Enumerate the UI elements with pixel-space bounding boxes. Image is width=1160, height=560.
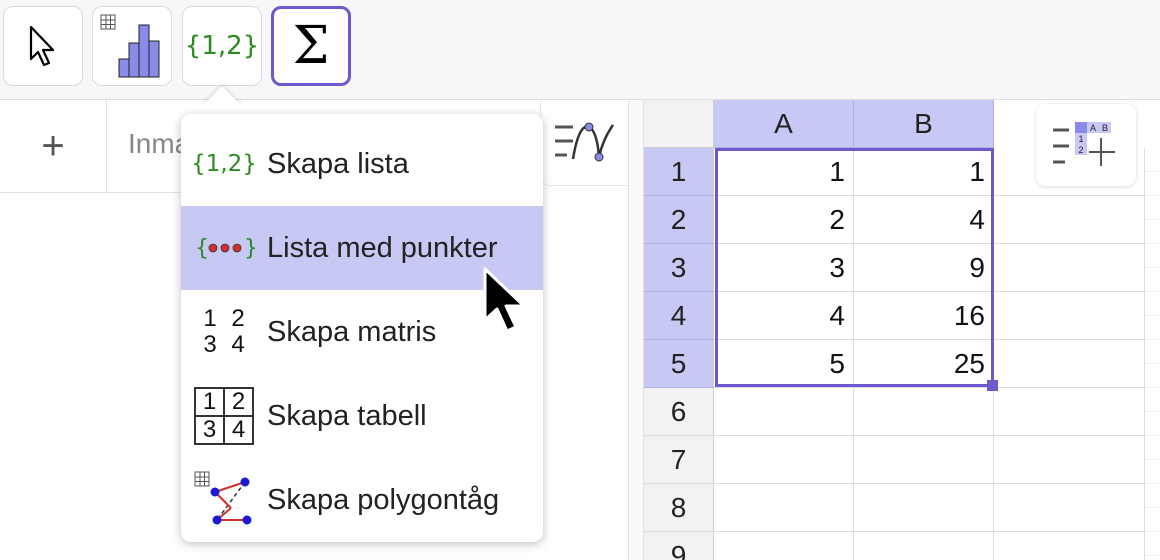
table-icon-value: 3 — [195, 416, 224, 444]
empty-cell[interactable] — [994, 292, 1144, 340]
row-header-5[interactable]: 5 — [644, 340, 714, 388]
cell-b5[interactable]: 25 — [854, 340, 994, 388]
graphics-view-edge — [1144, 148, 1160, 560]
cell-b3[interactable]: 9 — [854, 244, 994, 292]
style-icon-label-2: 2 — [1078, 145, 1083, 155]
panel-divider[interactable] — [628, 100, 644, 560]
row-header-6[interactable]: 6 — [644, 388, 714, 436]
spreadsheet-corner[interactable] — [644, 100, 714, 148]
empty-cell[interactable] — [994, 484, 1144, 532]
svg-text:{: { — [195, 236, 209, 261]
row-header-4[interactable]: 4 — [644, 292, 714, 340]
cell-a6[interactable] — [714, 388, 854, 436]
menu-item-label: Skapa tabell — [267, 399, 427, 432]
cell-a9[interactable] — [714, 532, 854, 560]
empty-cell[interactable] — [994, 244, 1144, 292]
row-header-8[interactable]: 8 — [644, 484, 714, 532]
cell-a4[interactable]: 4 — [714, 292, 854, 340]
cell-a2[interactable]: 2 — [714, 196, 854, 244]
style-icon-label-1: 1 — [1078, 134, 1083, 144]
cursor-arrow-icon — [29, 25, 55, 67]
toolbar: {1,2} Σ — [0, 0, 1160, 100]
menu-item-create-table[interactable]: 1 2 3 4 Skapa tabell — [181, 374, 543, 458]
matrix-icon-value: 4 — [231, 331, 245, 358]
row-header-3[interactable]: 3 — [644, 244, 714, 292]
menu-item-label: Skapa lista — [267, 147, 409, 180]
spreadsheet-style-icon: A B 1 2 — [1053, 122, 1115, 166]
cell-a7[interactable] — [714, 436, 854, 484]
empty-cell[interactable] — [994, 388, 1144, 436]
table-icon: 1 2 3 4 — [193, 386, 255, 446]
row-header-7[interactable]: 7 — [644, 436, 714, 484]
menu-item-label: Lista med punkter — [267, 231, 498, 264]
column-header-b[interactable]: B — [854, 100, 994, 148]
row-header-2[interactable]: 2 — [644, 196, 714, 244]
matrix-icon-value: 2 — [231, 305, 245, 332]
move-tool-button[interactable] — [3, 6, 83, 86]
table-icon-value: 4 — [224, 416, 253, 444]
cell-a3[interactable]: 3 — [714, 244, 854, 292]
sum-tool-button[interactable]: Σ — [271, 6, 351, 86]
column-header-a[interactable]: A — [714, 100, 854, 148]
style-icon-label-a: A — [1090, 123, 1096, 133]
cell-b7[interactable] — [854, 436, 994, 484]
row-header-1[interactable]: 1 — [644, 148, 714, 196]
cell-a5[interactable]: 5 — [714, 340, 854, 388]
svg-text:}: } — [244, 236, 255, 261]
empty-column — [994, 148, 1160, 560]
table-icon-value: 2 — [224, 388, 253, 416]
graph-style-icon — [554, 122, 614, 161]
cell-b6[interactable] — [854, 388, 994, 436]
mouse-pointer-icon — [483, 267, 526, 333]
menu-item-label: Skapa polygontåg — [267, 483, 500, 516]
cell-b1[interactable]: 1 — [854, 148, 994, 196]
cell-a1[interactable]: 1 — [714, 148, 854, 196]
matrix-icon-value: 1 — [203, 305, 217, 332]
cell-b4[interactable]: 16 — [854, 292, 994, 340]
empty-cell[interactable] — [994, 340, 1144, 388]
sigma-icon: Σ — [292, 16, 330, 76]
cell-a8[interactable] — [714, 484, 854, 532]
menu-item-create-polyline[interactable]: Skapa polygontåg — [181, 458, 543, 542]
row-header-9[interactable]: 9 — [644, 532, 714, 560]
create-list-tool-button[interactable]: {1,2} — [182, 6, 262, 86]
menu-item-label: Skapa matris — [267, 315, 437, 348]
add-object-button[interactable]: + — [0, 100, 107, 193]
cell-b9[interactable] — [854, 532, 994, 560]
style-icon-label-b: B — [1102, 123, 1108, 133]
menu-item-create-list[interactable]: {1,2} Skapa lista — [181, 122, 543, 206]
list-braces-icon: {1,2} — [191, 151, 257, 177]
selection-drag-handle[interactable] — [987, 380, 998, 391]
spreadsheet-view: A B 1 2 3 4 5 6 7 8 9 1 2 3 4 5 1 4 9 16… — [644, 100, 1160, 560]
matrix-icon-value: 3 — [203, 331, 217, 358]
matrix-icon: 1 2 3 4 — [193, 302, 255, 362]
polyline-icon — [193, 470, 255, 530]
histogram-icon — [100, 14, 160, 78]
cell-b2[interactable]: 4 — [854, 196, 994, 244]
empty-cell[interactable] — [994, 196, 1144, 244]
histogram-tool-button[interactable] — [92, 6, 172, 86]
empty-cell[interactable] — [994, 436, 1144, 484]
list-braces-icon: {1,2} — [184, 31, 260, 61]
cell-b8[interactable] — [854, 484, 994, 532]
table-icon-value: 1 — [195, 388, 224, 416]
list-of-points-icon: { } — [193, 218, 255, 278]
spreadsheet-style-button[interactable]: A B 1 2 — [1036, 104, 1136, 186]
graphics-style-button[interactable] — [540, 100, 628, 186]
